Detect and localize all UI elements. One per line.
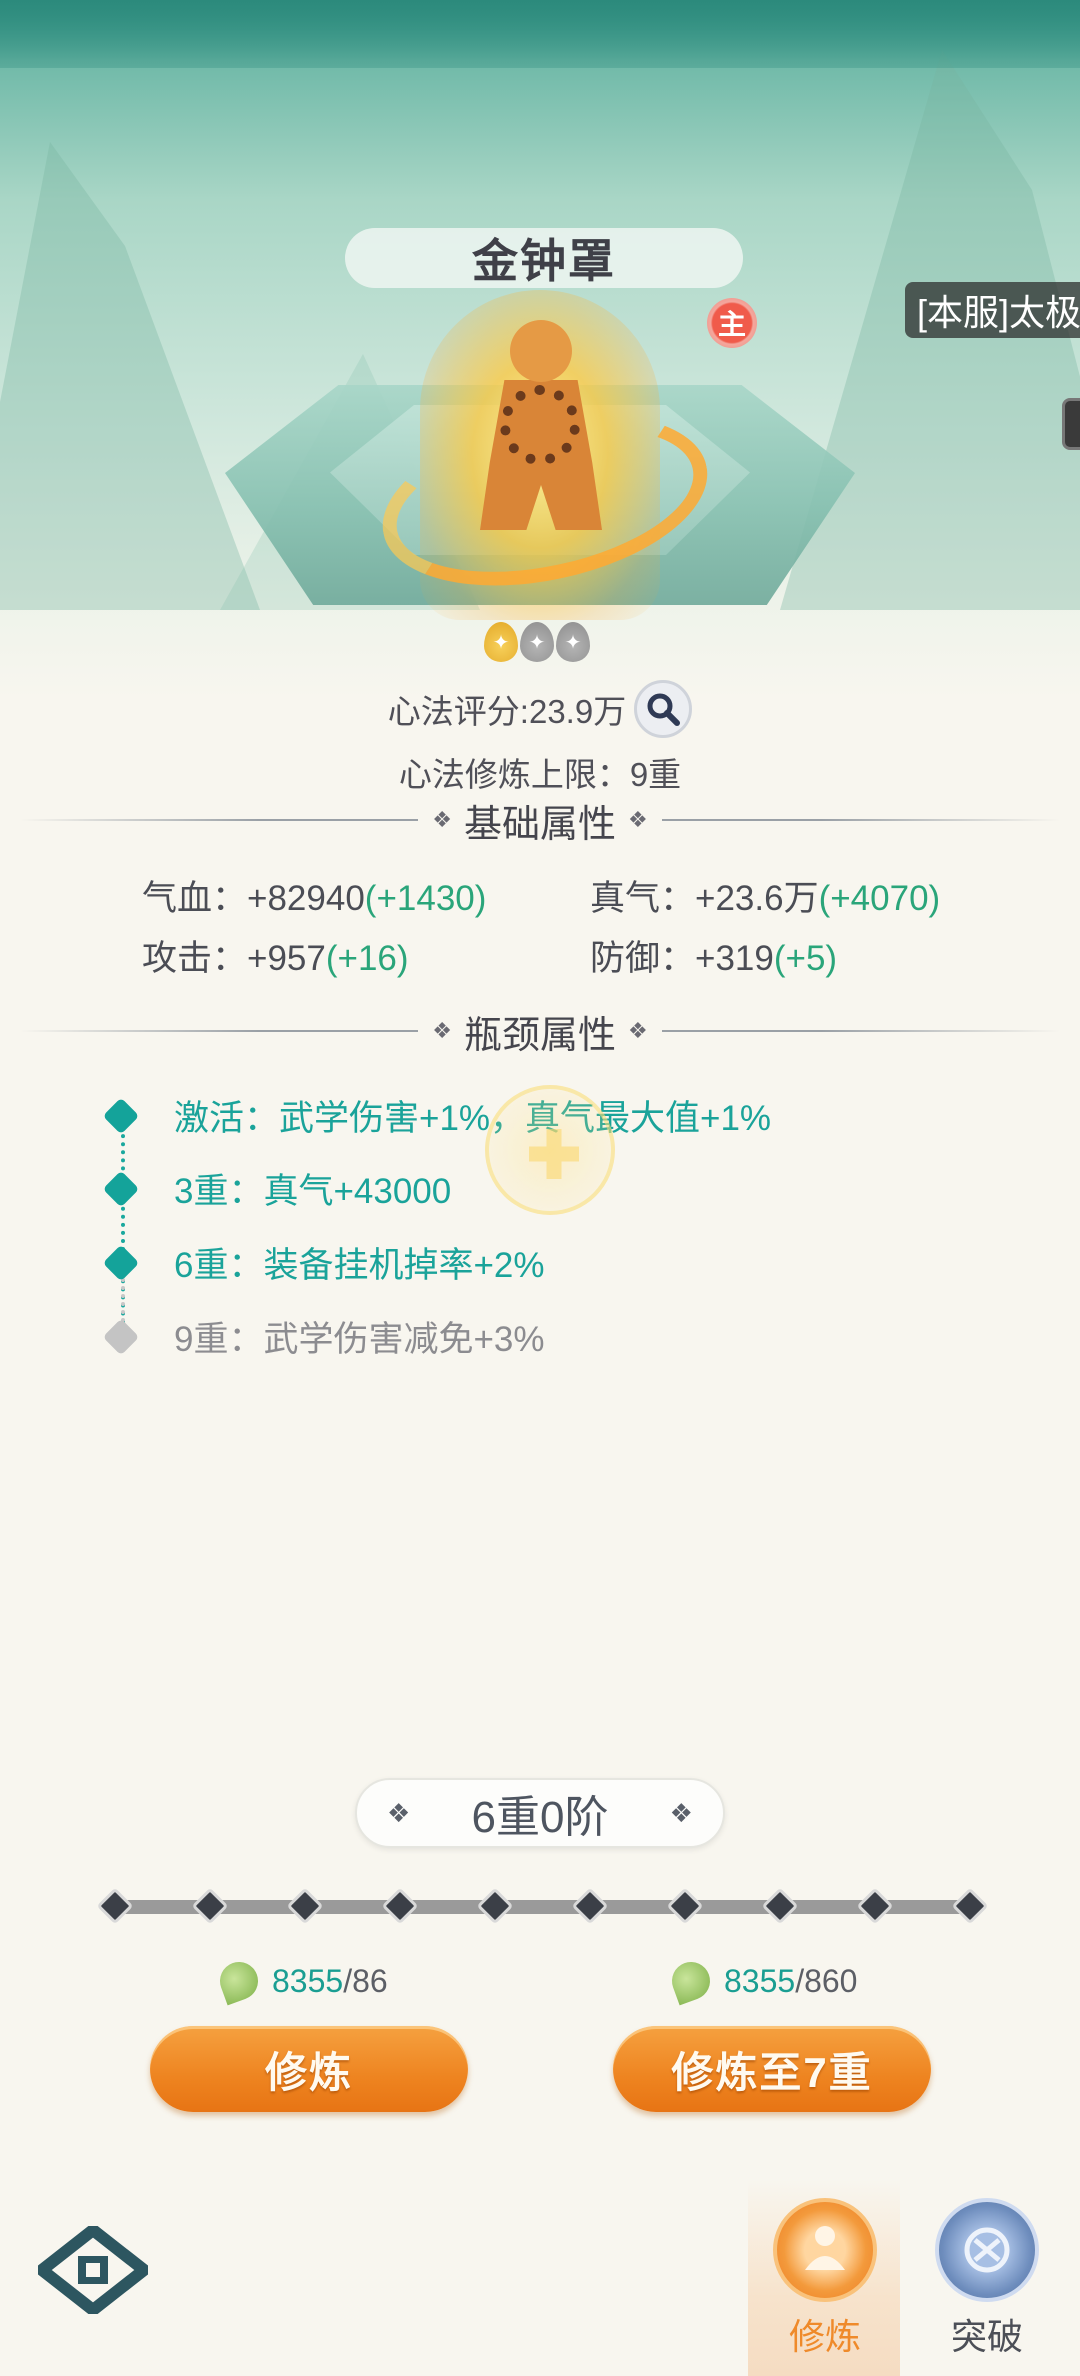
monk-figure-head [510,320,572,382]
side-panel-tab[interactable] [1062,398,1080,450]
mountain-decoration [0,142,260,610]
meditation-icon [773,2198,877,2302]
nav-label: 修炼 [788,2316,861,2357]
unlocked-diamond-icon [102,1170,140,1207]
train-cost: 8355/86 [214,1956,388,2006]
ornament-icon: ❖ [432,807,452,832]
unlocked-diamond-icon [102,1244,140,1281]
cultivation-leaf-icon [214,1956,264,2006]
level-node [761,1887,799,1925]
level-node [856,1887,894,1925]
section-title: 基础属性 [464,803,617,846]
level-node [951,1887,989,1925]
level-node [571,1887,609,1925]
star-rating: ✦ ✦ ✦ [484,622,590,662]
level-node [381,1887,419,1925]
nav-tab-breakthrough[interactable]: 突破 [922,2198,1052,2368]
skill-scene [0,0,1080,700]
skill-title: 金钟罩 [472,235,616,287]
ornament-icon: ❖ [387,1797,411,1828]
level-node [666,1887,704,1925]
attr-hp: 气血：+82940(+1430) [142,879,487,918]
score-row: 心法评分:23.9万 [0,680,1080,738]
bottleneck-item: 激活：武学伤害+1%，真气最大值+1% [102,1090,771,1141]
level-node [476,1887,514,1925]
prayer-beads [500,385,580,465]
nav-tab-train[interactable]: 修炼 [760,2198,890,2368]
attr-defense: 防御：+319(+5) [590,939,838,978]
level-progress-track [112,1900,972,1914]
skill-title-pill: 金钟罩 [345,228,743,288]
bottleneck-item-locked: 9重：武学伤害减免+3% [102,1311,545,1362]
level-node [96,1887,134,1925]
level-node [286,1887,324,1925]
base-attributes-header: ❖ 基础属性 ❖ [20,795,1061,846]
ornament-icon: ❖ [432,1018,452,1043]
star-empty-icon: ✦ [520,622,554,662]
score-detail-button[interactable] [634,680,693,738]
top-status-area [0,0,1080,68]
level-node [191,1887,229,1925]
ornament-icon: ❖ [669,1797,693,1828]
ornament-icon: ❖ [628,807,648,832]
bottleneck-item: 3重：真气+43000 [102,1163,451,1214]
cultivation-leaf-icon [666,1956,716,2006]
attr-qi: 真气：+23.6万(+4070) [590,879,941,918]
level-label: 6重0阶 [471,1793,609,1842]
menu-logo-icon[interactable] [38,2226,148,2314]
bottleneck-item: 6重：装备挂机掉率+2% [102,1237,545,1288]
ornament-icon: ❖ [628,1018,648,1043]
nav-label: 突破 [950,2316,1023,2357]
train-button[interactable]: 修炼 [150,2026,468,2112]
train-to-cost: 8355/860 [666,1956,857,2006]
locked-diamond-icon [102,1318,140,1355]
bottleneck-attributes-header: ❖ 瓶颈属性 ❖ [20,1006,1061,1057]
main-skill-badge: 主 [707,298,757,348]
section-title: 瓶颈属性 [464,1014,617,1057]
unlocked-diamond-icon [102,1097,140,1134]
skill-score: 心法评分:23.9万 [387,693,627,730]
train-to-level-button[interactable]: 修炼至7重 [613,2026,931,2112]
attr-attack: 攻击：+957(+16) [142,939,409,978]
breakthrough-icon [935,2198,1039,2302]
level-indicator: ❖ 6重0阶 ❖ [355,1778,725,1848]
tap-effect-overlay [485,1085,615,1215]
star-empty-icon: ✦ [556,622,590,662]
search-icon [647,693,681,726]
training-limit: 心法修炼上限：9重 [398,756,682,793]
star-filled-icon: ✦ [484,622,518,662]
server-chat-tag[interactable]: [本服]太极 [905,282,1080,338]
